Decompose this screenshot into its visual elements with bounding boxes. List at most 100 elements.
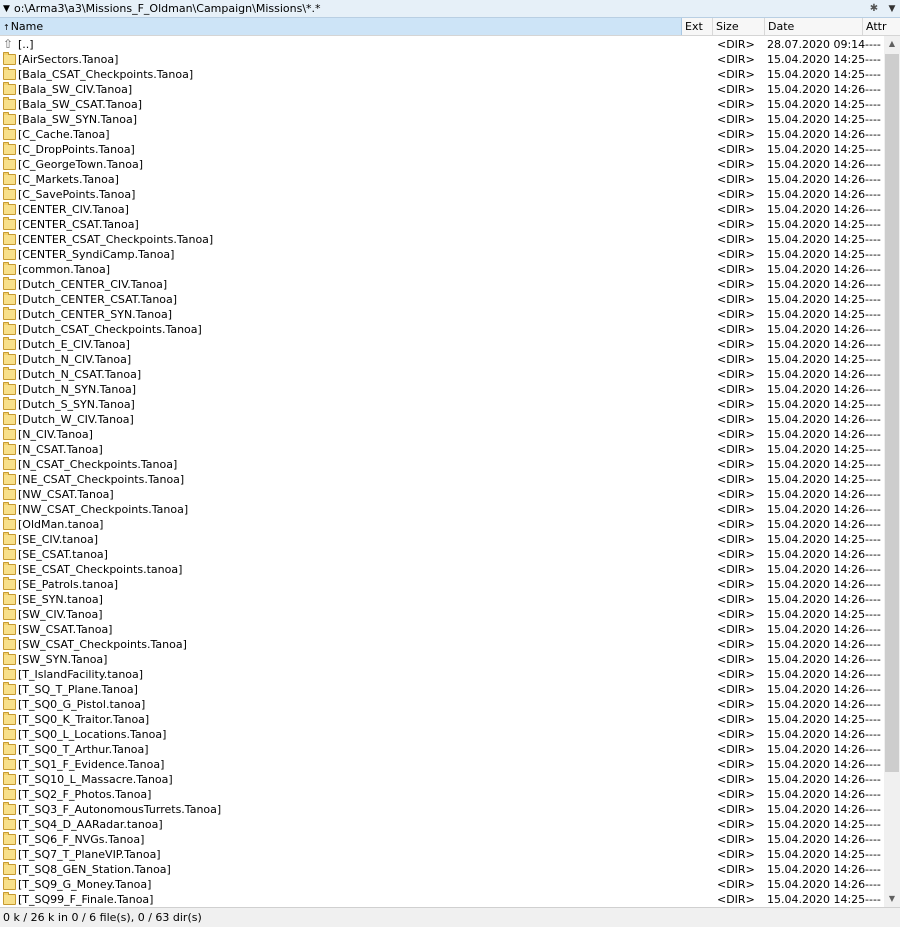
file-row[interactable]: [SE_Patrols.tanoa] <DIR> 15.04.2020 14:26-… [0,577,884,592]
column-header-ext[interactable]: Ext [682,18,713,35]
file-row[interactable]: [AirSectors.Tanoa] <DIR> 15.04.2020 14:25-… [0,52,884,67]
file-attr: ---- [865,788,881,801]
file-row[interactable]: [SE_CSAT_Checkpoints.tanoa] <DIR> 15.04.20… [0,562,884,577]
file-row[interactable]: [NE_CSAT_Checkpoints.Tanoa] <DIR> 15.04.20… [0,472,884,487]
file-row[interactable]: [T_SQ2_F_Photos.Tanoa] <DIR> 15.04.2020 14… [0,787,884,802]
file-name: [Dutch_E_CIV.Tanoa] [18,338,130,351]
folder-icon [3,547,16,560]
file-name: [CENTER_SyndiCamp.Tanoa] [18,248,175,261]
file-row[interactable]: ⇧ [..] <DIR> 28.07.2020 09:14 ---- [0,37,884,52]
file-row[interactable]: [common.Tanoa] <DIR> 15.04.2020 14:26 ---- [0,262,884,277]
file-row[interactable]: [SW_CSAT.Tanoa] <DIR> 15.04.2020 14:26 ---- [0,622,884,637]
file-date: 28.07.2020 09:14 [767,38,866,51]
scrollbar-thumb[interactable] [885,54,899,772]
file-row[interactable]: [C_Markets.Tanoa] <DIR> 15.04.2020 14:26 --… [0,172,884,187]
column-header-attr[interactable]: Attr [863,18,900,35]
folder-icon [3,82,16,95]
file-row[interactable]: [T_SQ0_L_Locations.Tanoa] <DIR> 15.04.2020… [0,727,884,742]
file-row[interactable]: [N_CSAT.Tanoa] <DIR> 15.04.2020 14:25 ---- [0,442,884,457]
column-header-name[interactable]: ↑Name [0,18,682,35]
file-row[interactable]: [T_SQ_T_Plane.Tanoa] <DIR> 15.04.2020 14:2… [0,682,884,697]
file-size: <DIR> [717,398,755,411]
file-row[interactable]: [SW_CSAT_Checkpoints.Tanoa] <DIR> 15.04.20… [0,637,884,652]
file-row[interactable]: [C_DropPoints.Tanoa] <DIR> 15.04.2020 14:2… [0,142,884,157]
file-size: <DIR> [717,653,755,666]
drive-dropdown-icon[interactable]: ▼ [3,3,10,15]
favorites-star-icon[interactable]: ✱ [866,1,882,17]
file-row[interactable]: [T_IslandFacility.tanoa] <DIR> 15.04.2020 … [0,667,884,682]
history-dropdown-icon[interactable]: ▼ [884,1,900,17]
file-row[interactable]: [Dutch_S_SYN.Tanoa] <DIR> 15.04.2020 14:25… [0,397,884,412]
file-row[interactable]: [T_SQ0_G_Pistol.tanoa] <DIR> 15.04.2020 14… [0,697,884,712]
file-row[interactable]: [Dutch_CENTER_CIV.Tanoa] <DIR> 15.04.2020 … [0,277,884,292]
folder-icon [3,892,16,905]
file-row[interactable]: [T_SQ7_T_PlaneVIP.Tanoa] <DIR> 15.04.2020 … [0,847,884,862]
column-header-date[interactable]: Date [765,18,863,35]
file-row[interactable]: [C_Cache.Tanoa] <DIR> 15.04.2020 14:26 ---- [0,127,884,142]
file-size: <DIR> [717,473,755,486]
current-path[interactable]: o:\Arma3\a3\Missions_F_Oldman\Campaign\M… [14,2,321,16]
file-row[interactable]: [SW_SYN.Tanoa] <DIR> 15.04.2020 14:26 ---- [0,652,884,667]
column-header-size[interactable]: Size [713,18,765,35]
file-row[interactable]: [Dutch_N_CIV.Tanoa] <DIR> 15.04.2020 14:25… [0,352,884,367]
file-row[interactable]: [Dutch_N_SYN.Tanoa] <DIR> 15.04.2020 14:26… [0,382,884,397]
path-bar[interactable]: ▼ o:\Arma3\a3\Missions_F_Oldman\Campaign… [0,0,900,18]
file-date: 15.04.2020 14:25 [767,848,866,861]
file-name: [NW_CSAT.Tanoa] [18,488,114,501]
file-row[interactable]: [Bala_SW_CSAT.Tanoa] <DIR> 15.04.2020 14:2… [0,97,884,112]
file-row[interactable]: [T_SQ4_D_AARadar.tanoa] <DIR> 15.04.2020 1… [0,817,884,832]
file-row[interactable]: [CENTER_CIV.Tanoa] <DIR> 15.04.2020 14:26-… [0,202,884,217]
file-row[interactable]: [Dutch_N_CSAT.Tanoa] <DIR> 15.04.2020 14:2… [0,367,884,382]
file-row[interactable]: [T_SQ99_F_Finale.Tanoa] <DIR> 15.04.2020 1… [0,892,884,907]
file-row[interactable]: [CENTER_CSAT.Tanoa] <DIR> 15.04.2020 14:25… [0,217,884,232]
scroll-up-icon[interactable]: ▲ [884,36,900,52]
file-row[interactable]: [SW_CIV.Tanoa] <DIR> 15.04.2020 14:25 ---- [0,607,884,622]
file-row[interactable]: [T_SQ9_G_Money.Tanoa] <DIR> 15.04.2020 14:… [0,877,884,892]
file-row[interactable]: [SE_CIV.tanoa] <DIR> 15.04.2020 14:25 ---- [0,532,884,547]
file-name: [T_SQ2_F_Photos.Tanoa] [18,788,152,801]
file-row[interactable]: [Dutch_E_CIV.Tanoa] <DIR> 15.04.2020 14:26… [0,337,884,352]
file-row[interactable]: [Bala_SW_SYN.Tanoa] <DIR> 15.04.2020 14:25… [0,112,884,127]
file-row[interactable]: [T_SQ3_F_AutonomousTurrets.Tanoa] <DIR> 15… [0,802,884,817]
file-row[interactable]: [N_CSAT_Checkpoints.Tanoa] <DIR> 15.04.202… [0,457,884,472]
file-row[interactable]: [T_SQ0_T_Arthur.Tanoa] <DIR> 15.04.2020 14… [0,742,884,757]
file-row[interactable]: [CENTER_SyndiCamp.Tanoa] <DIR> 15.04.2020 … [0,247,884,262]
file-row[interactable]: [T_SQ8_GEN_Station.Tanoa] <DIR> 15.04.2020… [0,862,884,877]
file-date: 15.04.2020 14:26 [767,788,866,801]
file-size: <DIR> [717,323,755,336]
file-row[interactable]: [T_SQ0_K_Traitor.Tanoa] <DIR> 15.04.2020 1… [0,712,884,727]
file-attr: ---- [865,293,881,306]
file-row[interactable]: [OldMan.tanoa] <DIR> 15.04.2020 14:26 ---- [0,517,884,532]
file-size: <DIR> [717,413,755,426]
file-row[interactable]: [C_SavePoints.Tanoa] <DIR> 15.04.2020 14:2… [0,187,884,202]
file-attr: ---- [865,893,881,906]
file-row[interactable]: [N_CIV.Tanoa] <DIR> 15.04.2020 14:26 ---- [0,427,884,442]
folder-icon [3,277,16,290]
file-attr: ---- [865,608,881,621]
file-row[interactable]: [T_SQ6_F_NVGs.Tanoa] <DIR> 15.04.2020 14:2… [0,832,884,847]
file-row[interactable]: [Dutch_W_CIV.Tanoa] <DIR> 15.04.2020 14:26… [0,412,884,427]
file-row[interactable]: [T_SQ1_F_Evidence.Tanoa] <DIR> 15.04.2020 … [0,757,884,772]
file-row[interactable]: [Dutch_CENTER_SYN.Tanoa] <DIR> 15.04.2020 … [0,307,884,322]
file-row[interactable]: [NW_CSAT.Tanoa] <DIR> 15.04.2020 14:26 ---- [0,487,884,502]
file-size: <DIR> [717,713,755,726]
file-row[interactable]: [Dutch_CSAT_Checkpoints.Tanoa] <DIR> 15.04… [0,322,884,337]
file-row[interactable]: [Bala_CSAT_Checkpoints.Tanoa] <DIR> 15.04.… [0,67,884,82]
file-attr: ---- [865,38,881,51]
folder-icon [3,667,16,680]
scroll-down-icon[interactable]: ▼ [884,891,900,907]
file-date: 15.04.2020 14:26 [767,758,866,771]
file-row[interactable]: [T_SQ10_L_Massacre.Tanoa] <DIR> 15.04.2020… [0,772,884,787]
file-row[interactable]: [SE_CSAT.tanoa] <DIR> 15.04.2020 14:26 ---- [0,547,884,562]
file-date: 15.04.2020 14:25 [767,113,866,126]
file-row[interactable]: [Bala_SW_CIV.Tanoa] <DIR> 15.04.2020 14:26… [0,82,884,97]
vertical-scrollbar[interactable]: ▲ ▼ [884,36,900,907]
file-row[interactable]: [Dutch_CENTER_CSAT.Tanoa] <DIR> 15.04.2020… [0,292,884,307]
folder-icon [3,202,16,215]
file-list[interactable]: ⇧ [..] <DIR> 28.07.2020 09:14 ---- [AirSector… [0,37,884,907]
folder-icon [3,487,16,500]
file-row[interactable]: [SE_SYN.tanoa] <DIR> 15.04.2020 14:26 ---- [0,592,884,607]
file-row[interactable]: [NW_CSAT_Checkpoints.Tanoa] <DIR> 15.04.20… [0,502,884,517]
file-row[interactable]: [C_GeorgeTown.Tanoa] <DIR> 15.04.2020 14:2… [0,157,884,172]
file-row[interactable]: [CENTER_CSAT_Checkpoints.Tanoa] <DIR> 15.0… [0,232,884,247]
